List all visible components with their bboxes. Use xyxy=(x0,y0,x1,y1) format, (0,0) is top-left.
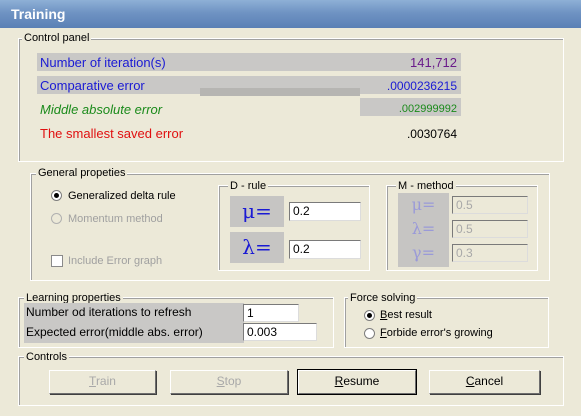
best-result-radio[interactable] xyxy=(364,310,375,321)
stop-text: top xyxy=(224,374,242,388)
control-panel-bar-2-shade xyxy=(200,88,360,96)
middle-absolute-error-label: Middle absolute error xyxy=(40,102,163,117)
forbide-error-growing-label[interactable]: Forbide error's growing xyxy=(380,327,493,340)
resume-button[interactable]: Resume xyxy=(297,369,417,395)
smallest-saved-error-value: .0030764 xyxy=(406,127,457,141)
iterations-label: Number of iteration(s) xyxy=(40,55,166,70)
forbide-error-growing-text: orbide error's growing xyxy=(386,327,493,339)
train-button[interactable]: Train xyxy=(49,370,156,394)
smallest-saved-error-label: The smallest saved error xyxy=(40,126,184,141)
d-rule-mu-input[interactable]: 0.2 xyxy=(289,202,361,221)
force-solving-group xyxy=(344,297,549,348)
forbide-error-growing-mnemonic: F xyxy=(380,327,387,339)
d-rule-mu-symbol: μ= xyxy=(230,196,284,227)
comparative-error-value: .0000236215 xyxy=(386,79,457,93)
general-properties-label: General propeties xyxy=(36,167,128,179)
resume-text: esume xyxy=(343,374,380,388)
include-error-graph-label[interactable]: Include Error graph xyxy=(68,255,162,268)
d-rule-lambda-input[interactable]: 0.2 xyxy=(289,240,361,259)
train-mnemonic: T xyxy=(89,374,96,388)
generalized-delta-rule-label[interactable]: Generalized delta rule xyxy=(68,190,176,203)
control-panel-label: Control panel xyxy=(22,32,92,44)
cancel-button[interactable]: Cancel xyxy=(429,370,540,394)
generalized-delta-rule-radio[interactable] xyxy=(51,190,62,201)
controls-label: Controls xyxy=(24,351,69,363)
force-solving-label: Force solving xyxy=(348,292,418,304)
m-method-lambda-input[interactable]: 0.5 xyxy=(452,220,528,238)
m-method-lambda-symbol: λ= xyxy=(411,219,436,238)
cancel-text: ancel xyxy=(474,374,504,388)
iterations-value: 141,712 xyxy=(410,55,457,70)
training-window: Training Control panel Number of iterati… xyxy=(0,0,581,416)
window-title: Training xyxy=(11,6,66,22)
middle-absolute-error-value: .002999992 xyxy=(398,103,457,115)
best-result-label[interactable]: Best result xyxy=(380,309,432,322)
expected-error-label: Expected error(middle abs. error) xyxy=(26,325,203,339)
title-bar[interactable]: Training xyxy=(0,0,581,28)
comparative-error-label: Comparative error xyxy=(40,78,145,93)
m-method-mu-symbol: μ= xyxy=(411,195,436,214)
refresh-iterations-input[interactable]: 1 xyxy=(243,304,299,322)
best-result-text: est result xyxy=(387,309,432,321)
resume-mnemonic: R xyxy=(334,374,344,388)
m-method-gamma-input[interactable]: 0.3 xyxy=(452,244,528,262)
include-error-graph-checkbox[interactable] xyxy=(51,255,63,267)
m-method-label: M - method xyxy=(396,180,456,192)
momentum-method-radio[interactable] xyxy=(51,213,62,224)
d-rule-lambda-symbol: λ= xyxy=(230,232,284,263)
forbide-error-growing-radio[interactable] xyxy=(364,328,375,339)
m-method-mu-input[interactable]: 0.5 xyxy=(452,196,528,214)
stop-mnemonic: S xyxy=(216,374,225,388)
m-method-gamma-symbol: γ= xyxy=(412,243,435,262)
train-text: rain xyxy=(95,374,116,388)
momentum-method-label[interactable]: Momentum method xyxy=(68,213,163,226)
d-rule-label: D - rule xyxy=(228,180,269,192)
refresh-iterations-label: Number od iterations to refresh xyxy=(26,305,192,319)
expected-error-input[interactable]: 0.003 xyxy=(243,323,317,341)
stop-button[interactable]: Stop xyxy=(170,370,288,394)
